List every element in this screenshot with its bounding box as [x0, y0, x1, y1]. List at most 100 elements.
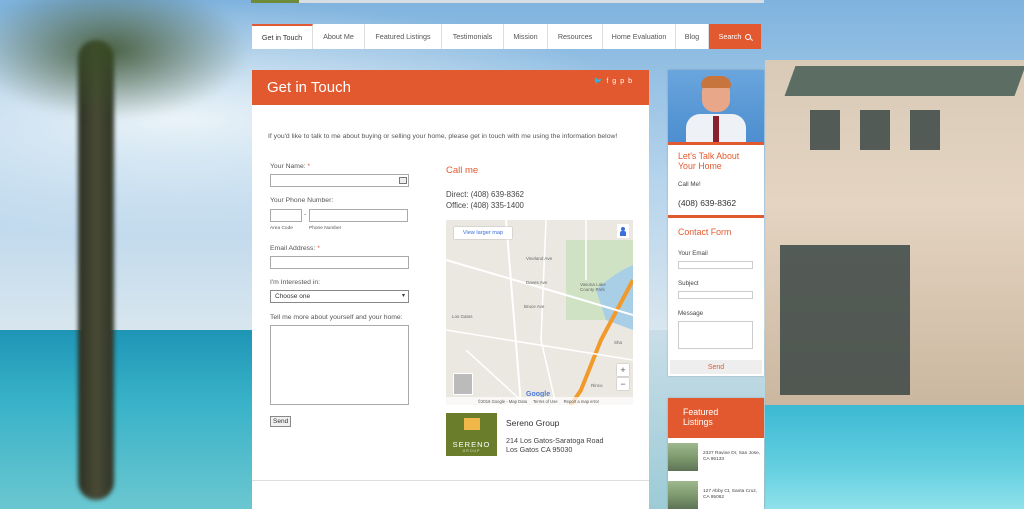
- interest-select[interactable]: Choose one ▾: [270, 290, 409, 303]
- search-label: Search: [718, 32, 742, 41]
- message-label: Tell me more about yourself and your hom…: [270, 314, 403, 321]
- contact-form-heading: Contact Form: [678, 227, 732, 237]
- map-label: Sha: [614, 340, 623, 345]
- nav-item-home-evaluation[interactable]: Home Evaluation: [603, 24, 676, 49]
- message-textarea[interactable]: [270, 325, 409, 405]
- name-input[interactable]: [270, 174, 409, 187]
- top-strip: [251, 0, 764, 3]
- sidebar-send-button[interactable]: Send: [670, 360, 762, 374]
- phone-number-input[interactable]: [309, 209, 408, 222]
- nav-item-featured-listings[interactable]: Featured Listings: [365, 24, 442, 49]
- agent-hair: [701, 76, 731, 88]
- listing-thumbnail[interactable]: [668, 481, 698, 509]
- listing-address[interactable]: 2327 Ravine Dr, San Jose, CA 95133: [703, 451, 763, 463]
- map-label: Bruce Ave: [524, 304, 545, 309]
- address-line-1: 214 Los Gatos-Saratoga Road: [506, 436, 604, 445]
- map-label: Vineland Ave: [526, 256, 553, 261]
- zoom-out-button[interactable]: −: [617, 378, 629, 390]
- address-line-2: Los Gatos CA 95030: [506, 445, 573, 454]
- map-label: Rinco: [591, 383, 603, 388]
- map-label: Daves Ave: [526, 280, 548, 285]
- nav-item-mission[interactable]: Mission: [504, 24, 548, 49]
- map-label: Los Gatos: [452, 314, 473, 319]
- listing-item[interactable]: 2327 Ravine Dr, San Jose, CA 95133: [668, 443, 764, 473]
- phone-number-label: Phone Number: [309, 226, 342, 231]
- search-icon: [745, 33, 752, 40]
- page-title: Get in Touch: [267, 79, 351, 96]
- area-code-input[interactable]: [270, 209, 302, 222]
- pinterest-icon[interactable]: p: [620, 78, 624, 86]
- send-button[interactable]: Send: [270, 416, 292, 427]
- zoom-in-button[interactable]: +: [617, 364, 629, 376]
- sidebar-message-label: Message: [678, 310, 704, 317]
- featured-header: Featured Listings: [668, 398, 764, 438]
- email-label: Email Address: *: [270, 245, 320, 252]
- map-report-link[interactable]: Report a map error: [564, 399, 599, 404]
- call-me-heading: Call me: [446, 165, 479, 176]
- office-phone: Office: (408) 335-1400: [446, 201, 524, 210]
- house-window: [810, 110, 840, 150]
- listing-item[interactable]: 127 Abby Ct, Santa Cruz, CA 95062: [668, 481, 764, 509]
- interest-select-value: Choose one: [275, 293, 311, 300]
- phone-separator: -: [304, 211, 307, 218]
- sidebar-email-input[interactable]: [678, 261, 753, 269]
- intro-text: If you'd like to talk to me about buying…: [268, 133, 618, 140]
- twitter-icon[interactable]: 🐦: [594, 78, 603, 86]
- nav-item-get-in-touch[interactable]: Get in Touch: [252, 24, 313, 49]
- house-logo-icon: [464, 418, 480, 430]
- location-map[interactable]: Vineland Ave Daves Ave Bruce Ave Vasona …: [446, 220, 633, 405]
- listing-address[interactable]: 127 Abby Ct, Santa Cruz, CA 95062: [703, 489, 763, 501]
- agent-sidebar: Let's Talk About Your Home Call Me! (408…: [668, 70, 764, 376]
- social-links: 🐦 f g p b: [594, 78, 632, 86]
- sidebar-phone: (408) 639-8362: [678, 198, 737, 208]
- logo-subtext: GROUP: [462, 449, 481, 453]
- facebook-icon[interactable]: f: [606, 78, 608, 86]
- map-terms-link[interactable]: Terms of Use: [533, 399, 558, 404]
- talk-heading: Let's Talk About Your Home: [678, 151, 740, 171]
- map-footer: ©2016 Google - Map Data Terms of Use Rep…: [446, 397, 633, 405]
- content-divider: [252, 480, 649, 481]
- company-name: Sereno Group: [506, 418, 560, 428]
- sidebar-divider: [668, 142, 764, 145]
- view-larger-map-link[interactable]: View larger map: [454, 227, 512, 239]
- house-roof: [784, 66, 1024, 96]
- blog-icon[interactable]: b: [628, 78, 632, 86]
- area-code-label: Area Code: [270, 226, 293, 231]
- sidebar-email-label: Your Email: [678, 250, 708, 257]
- map-roads: [446, 220, 633, 405]
- sidebar-subject-input[interactable]: [678, 291, 753, 299]
- nav-item-resources[interactable]: Resources: [548, 24, 603, 49]
- house-window: [860, 110, 890, 150]
- pegman-icon[interactable]: [617, 224, 629, 238]
- satellite-toggle[interactable]: [453, 373, 473, 395]
- pool: [765, 405, 1024, 509]
- dropdown-arrow-icon: ▾: [401, 293, 405, 299]
- contact-card-icon: [399, 177, 407, 184]
- map-attribution: ©2016 Google - Map Data: [478, 398, 527, 404]
- palm-fronds: [0, 0, 250, 120]
- search-button[interactable]: Search: [709, 24, 761, 49]
- map-label: Vasona Lake County Park: [580, 282, 606, 292]
- sea: [0, 330, 260, 509]
- main-nav: Get in Touch About Me Featured Listings …: [252, 24, 761, 49]
- google-plus-icon[interactable]: g: [612, 78, 616, 86]
- sidebar-divider: [668, 215, 764, 218]
- call-me-text: Call Me!: [678, 181, 701, 188]
- featured-listings-widget: Featured Listings 2327 Ravine Dr, San Jo…: [668, 398, 764, 509]
- nav-item-about-me[interactable]: About Me: [313, 24, 365, 49]
- phone-numbers: Direct: (408) 639-8362 Office: (408) 335…: [446, 189, 524, 211]
- email-input[interactable]: [270, 256, 409, 269]
- direct-phone: Direct: (408) 639-8362: [446, 190, 525, 199]
- nav-item-blog[interactable]: Blog: [676, 24, 709, 49]
- phone-label: Your Phone Number:: [270, 197, 334, 204]
- agent-tie: [713, 116, 719, 142]
- page-header: Get in Touch 🐦 f g p b: [252, 70, 649, 105]
- agent-photo: [668, 70, 764, 142]
- sidebar-message-input[interactable]: [678, 321, 753, 349]
- listing-thumbnail[interactable]: [668, 443, 698, 471]
- nav-item-testimonials[interactable]: Testimonials: [442, 24, 504, 49]
- house-window: [910, 110, 940, 150]
- name-label: Your Name: *: [270, 163, 311, 170]
- sidebar-subject-label: Subject: [678, 280, 699, 287]
- house-window: [780, 245, 910, 395]
